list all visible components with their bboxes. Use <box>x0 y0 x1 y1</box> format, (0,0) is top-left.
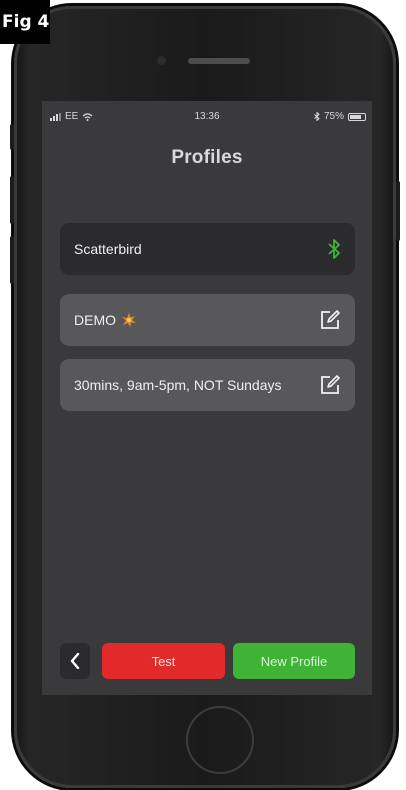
battery-percent: 75% <box>323 111 344 122</box>
device-name: Scatterbird <box>74 241 142 257</box>
bluetooth-icon <box>314 112 320 121</box>
device-row[interactable]: Scatterbird <box>60 223 355 275</box>
chevron-left-icon <box>70 653 80 669</box>
profile-label: 30mins, 9am-5pm, NOT Sundays <box>74 377 282 393</box>
edit-icon[interactable] <box>319 309 341 331</box>
profile-row-schedule[interactable]: 30mins, 9am-5pm, NOT Sundays <box>60 359 355 411</box>
bottom-bar: Test New Profile <box>42 643 372 681</box>
status-right: 75% <box>314 111 366 122</box>
profile-row-demo[interactable]: DEMO <box>60 294 355 346</box>
power-button <box>396 181 400 241</box>
new-profile-button[interactable]: New Profile <box>233 643 355 679</box>
test-button[interactable]: Test <box>102 643 225 679</box>
burst-icon <box>122 313 136 327</box>
app-screen: EE 13:36 75% Profiles Scatterbird DEMO 3… <box>42 101 372 695</box>
battery-icon <box>348 112 366 121</box>
front-camera <box>157 56 166 65</box>
back-button[interactable] <box>60 643 90 679</box>
profile-label-wrap: DEMO <box>74 312 136 328</box>
volume-up-button <box>10 176 14 224</box>
figure-label: Fig 4 <box>0 0 50 44</box>
profile-label: DEMO <box>74 312 116 328</box>
edit-icon[interactable] <box>319 374 341 396</box>
mute-switch <box>10 124 14 150</box>
page-title: Profiles <box>171 147 243 168</box>
volume-down-button <box>10 236 14 284</box>
earpiece-speaker <box>188 58 250 64</box>
status-bar: EE 13:36 75% <box>42 101 372 133</box>
bluetooth-icon <box>328 239 340 259</box>
home-button[interactable] <box>186 706 254 774</box>
